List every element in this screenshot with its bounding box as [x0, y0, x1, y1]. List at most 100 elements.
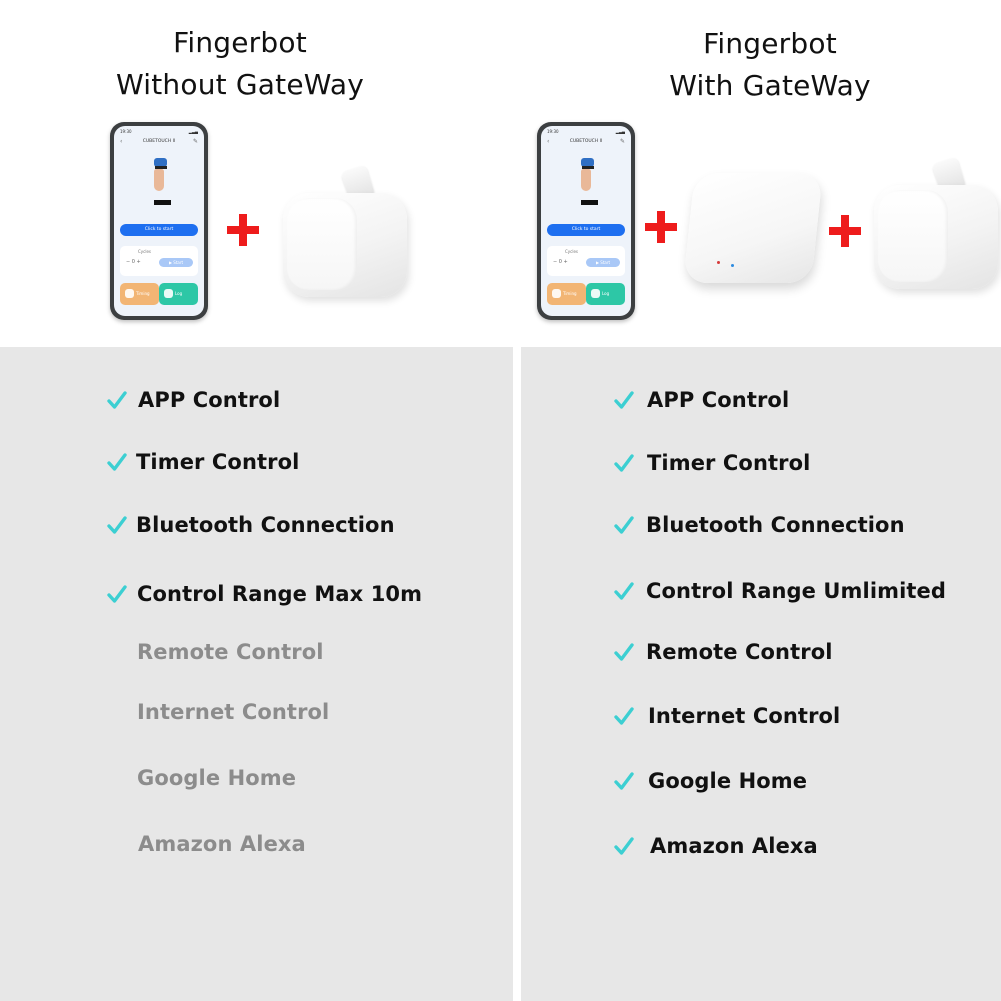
checkmark-icon — [613, 641, 635, 663]
status-bar: 19:30 ▂▃▄ — [120, 129, 198, 135]
feature-item: Timer Control — [106, 450, 299, 474]
cycles-card: Cycles − 0 + ▶ Start — [547, 246, 625, 276]
log-tile: Log — [586, 283, 625, 305]
log-icon — [164, 289, 173, 298]
title-with-gateway: Fingerbot With GateWay — [620, 23, 920, 107]
feature-item: Amazon Alexa — [106, 832, 306, 856]
feature-label: Google Home — [137, 766, 297, 790]
feature-item: Bluetooth Connection — [106, 513, 395, 537]
feature-item: Amazon Alexa — [613, 834, 818, 858]
checkmark-icon — [613, 835, 635, 857]
feature-item: Google Home — [106, 766, 296, 790]
checkmark-icon — [613, 514, 635, 536]
cycles-stepper: − 0 + — [553, 259, 568, 265]
feature-item: Remote Control — [106, 640, 324, 664]
checkmark-icon — [613, 705, 635, 727]
phone-screen: 19:30 ▂▃▄ ‹ CUBETOUCH II ✎ Click to star… — [114, 126, 204, 316]
fingerbot-face — [287, 198, 357, 290]
run-button: ▶ Start — [586, 258, 620, 267]
feature-label: Amazon Alexa — [650, 834, 818, 858]
title-without-gateway: Fingerbot Without GateWay — [90, 22, 390, 106]
feature-item: Control Range Max 10m — [106, 582, 422, 606]
timing-label: Timing — [136, 291, 150, 296]
cycles-stepper: − 0 + — [126, 259, 141, 265]
feature-label: Internet Control — [648, 704, 841, 728]
edit-icon: ✎ — [619, 138, 625, 145]
checkmark-icon — [106, 389, 128, 411]
feature-label: Timer Control — [647, 451, 811, 475]
feature-item: Remote Control — [613, 640, 833, 664]
signal-icon: ▂▃▄ — [188, 129, 198, 134]
fingerbot-illustration-icon — [152, 158, 168, 194]
timing-label: Timing — [563, 291, 577, 296]
plus-icon — [645, 211, 677, 243]
run-button: ▶ Start — [159, 258, 193, 267]
feature-label: APP Control — [138, 388, 281, 412]
feature-label: Control Range Max 10m — [137, 582, 423, 606]
fingerbot-device-image — [283, 164, 407, 298]
title-line-2: Without GateWay — [115, 68, 364, 101]
feature-label: Remote Control — [137, 640, 324, 664]
cycles-label: Cycles — [138, 249, 152, 254]
feature-item: Bluetooth Connection — [613, 513, 905, 537]
title-line-1: Fingerbot — [173, 26, 307, 59]
checkmark-icon — [613, 580, 635, 602]
red-led-indicator — [717, 261, 720, 264]
feature-item: Internet Control — [106, 700, 329, 724]
plus-icon — [227, 214, 259, 246]
phone-image: 19:30 ▂▃▄ ‹ CUBETOUCH II ✎ Click to star… — [537, 122, 635, 320]
feature-item: Control Range Umlimited — [613, 579, 946, 603]
title-line-2: With GateWay — [669, 69, 871, 102]
status-time: 19:30 — [120, 129, 132, 134]
status-bar: 19:30 ▂▃▄ — [547, 129, 625, 135]
feature-label: Amazon Alexa — [138, 832, 306, 856]
log-tile: Log — [159, 283, 198, 305]
feature-label: Control Range Umlimited — [646, 579, 947, 603]
feature-label: Bluetooth Connection — [136, 513, 395, 537]
feature-item: APP Control — [613, 388, 789, 412]
phone-image: 19:30 ▂▃▄ ‹ CUBETOUCH II ✎ Click to star… — [110, 122, 208, 320]
app-title: CUBETOUCH II — [569, 139, 603, 144]
timing-tile: Timing — [547, 283, 586, 305]
checkmark-icon — [106, 583, 128, 605]
features-panel-with-gateway — [521, 347, 1001, 1001]
gateway-body — [683, 173, 823, 283]
fingerbot-face — [878, 190, 948, 282]
feature-label: Internet Control — [137, 700, 330, 724]
status-indicator — [154, 200, 171, 205]
timing-tile: Timing — [120, 283, 159, 305]
edit-icon: ✎ — [192, 138, 198, 145]
feature-label: Google Home — [648, 769, 808, 793]
status-time: 19:30 — [547, 129, 559, 134]
feature-label: Bluetooth Connection — [646, 513, 905, 537]
status-indicator — [581, 200, 598, 205]
cycles-card: Cycles − 0 + ▶ Start — [120, 246, 198, 276]
fingerbot-device-image — [874, 156, 998, 290]
signal-icon: ▂▃▄ — [615, 129, 625, 134]
features-panel-without-gateway — [0, 347, 513, 1001]
timer-icon — [552, 289, 561, 298]
app-title: CUBETOUCH II — [142, 139, 176, 144]
feature-item: Timer Control — [613, 451, 810, 475]
phone-screen: 19:30 ▂▃▄ ‹ CUBETOUCH II ✎ Click to star… — [541, 126, 631, 316]
checkmark-icon — [613, 770, 635, 792]
feature-item: APP Control — [106, 388, 280, 412]
title-line-1: Fingerbot — [703, 27, 837, 60]
log-icon — [591, 289, 600, 298]
checkmark-icon — [613, 452, 635, 474]
plus-icon — [829, 215, 861, 247]
fingerbot-illustration-icon — [579, 158, 595, 194]
cycles-label: Cycles — [565, 249, 579, 254]
blue-led-indicator — [731, 264, 734, 267]
log-label: Log — [602, 291, 610, 296]
checkmark-icon — [106, 451, 128, 473]
feature-item: Google Home — [613, 769, 807, 793]
feature-item: Internet Control — [613, 704, 840, 728]
feature-label: APP Control — [647, 388, 790, 412]
checkmark-icon — [106, 514, 128, 536]
gateway-hub-image — [683, 165, 831, 293]
timer-icon — [125, 289, 134, 298]
click-to-start-button: Click to start — [120, 224, 198, 236]
checkmark-icon — [613, 389, 635, 411]
feature-label: Timer Control — [136, 450, 300, 474]
